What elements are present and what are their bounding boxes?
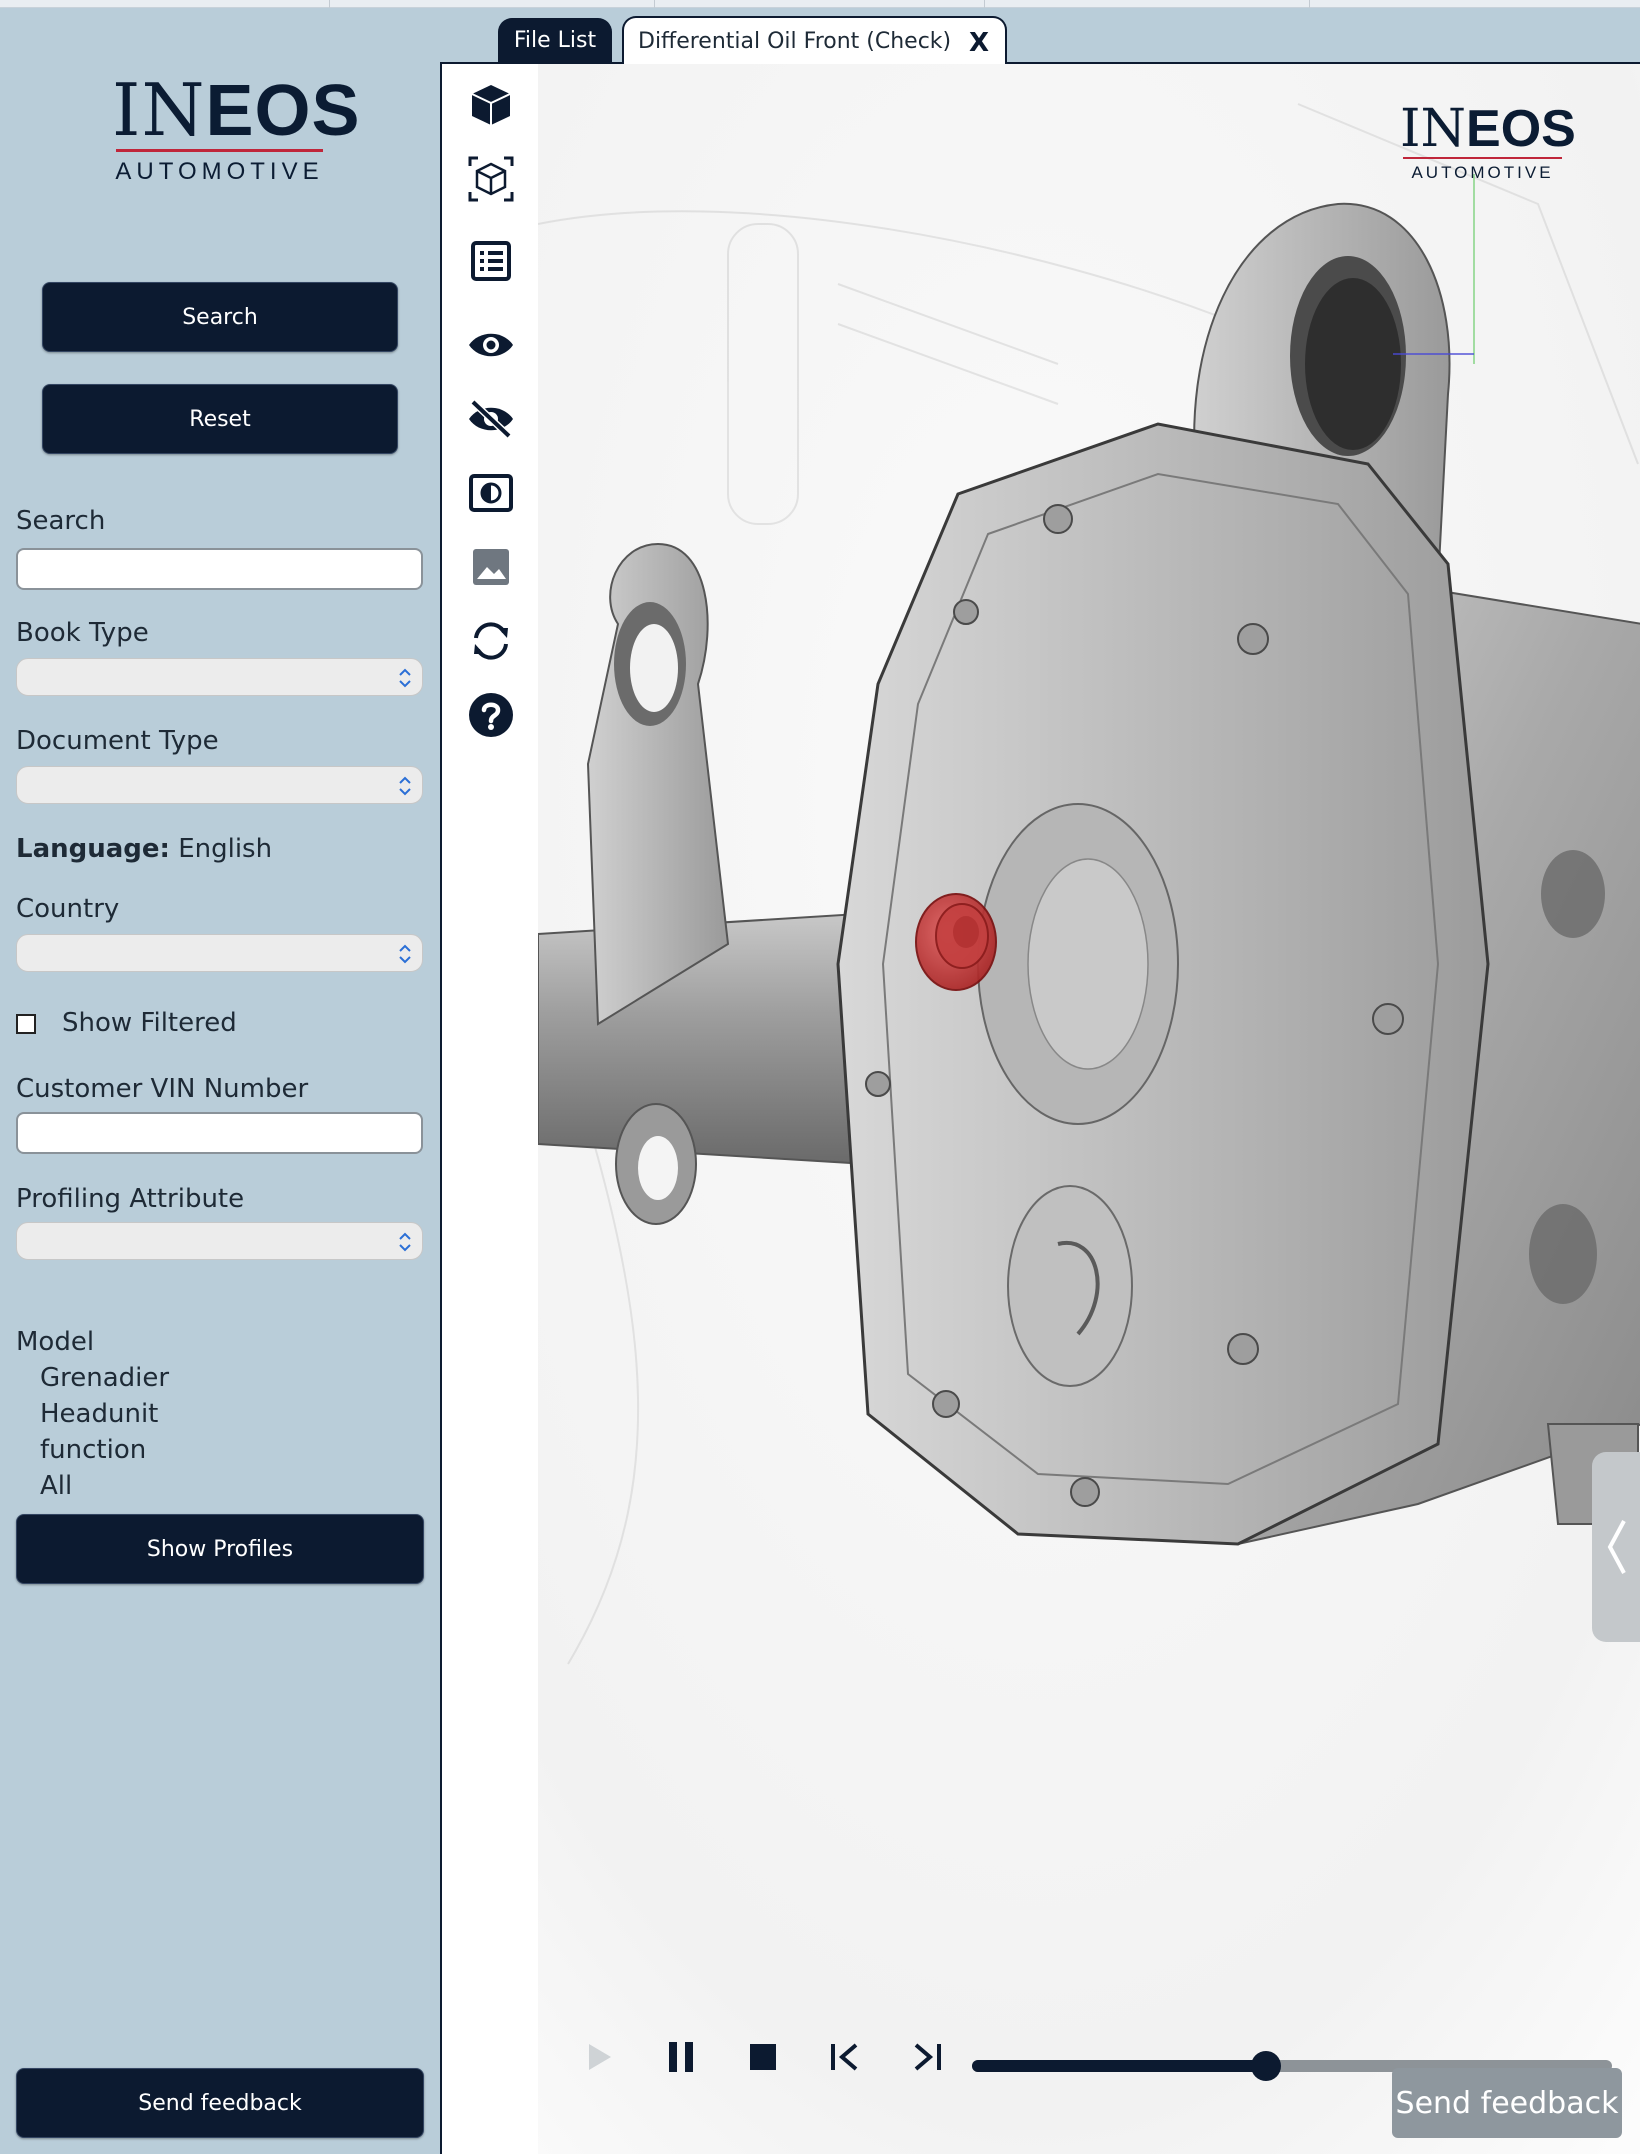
progress-fill: [972, 2060, 1267, 2072]
list-icon[interactable]: [466, 236, 516, 286]
viewer-send-feedback-button[interactable]: Send feedback: [1392, 2068, 1622, 2138]
model-header: Model: [16, 1327, 95, 1357]
profiling-attribute-label: Profiling Attribute: [16, 1184, 245, 1214]
book-type-label: Book Type: [16, 618, 149, 648]
cube-icon[interactable]: [466, 80, 516, 130]
language-value: English: [178, 834, 273, 864]
show-filtered-checkbox[interactable]: [16, 1014, 36, 1034]
document-type-select[interactable]: [16, 766, 423, 804]
logo-word-1: IN: [112, 68, 206, 152]
vin-input[interactable]: [16, 1112, 423, 1154]
previous-step-button[interactable]: [820, 2032, 870, 2082]
differential-model-render: [537, 64, 1640, 2154]
model-item[interactable]: Headunit: [16, 1396, 169, 1432]
profiling-attribute-select[interactable]: [16, 1222, 423, 1260]
top-strip-segment: [655, 0, 985, 8]
help-icon[interactable]: [466, 690, 516, 740]
ineos-logo: INEOS AUTOMOTIVE: [112, 74, 360, 186]
model-list: Model Grenadier Headunit function All: [16, 1324, 169, 1504]
skip-forward-icon: [914, 2043, 941, 2071]
top-strip-segment: [330, 0, 655, 8]
country-select[interactable]: [16, 934, 423, 972]
skip-back-icon: [831, 2043, 858, 2071]
top-strip-segment: [985, 0, 1310, 8]
next-step-button[interactable]: [902, 2032, 952, 2082]
chevron-left-icon: [1607, 1520, 1626, 1574]
sidebar: INEOS AUTOMOTIVE Search Reset Search Boo…: [0, 8, 440, 2154]
close-tab-button[interactable]: X: [969, 28, 989, 58]
tab-file-list[interactable]: File List: [498, 18, 612, 62]
language-label: Language:: [16, 834, 170, 864]
logo-word-2: EOS: [205, 71, 361, 151]
refresh-icon[interactable]: [466, 616, 516, 666]
side-panel-toggle[interactable]: [1592, 1452, 1640, 1642]
model-item[interactable]: function: [16, 1432, 169, 1468]
tab-document-label: Differential Oil Front (Check): [638, 28, 952, 54]
top-strip-segment: [0, 0, 330, 8]
search-label: Search: [16, 506, 106, 536]
play-icon: [589, 2044, 611, 2070]
send-feedback-button[interactable]: Send feedback: [16, 2068, 424, 2138]
3d-scene[interactable]: [537, 64, 1640, 2154]
stop-icon: [750, 2044, 776, 2070]
viewer-ineos-logo: INEOS AUTOMOTIVE: [1400, 99, 1576, 183]
language-row: Language: English: [16, 834, 272, 864]
3d-viewer[interactable]: INEOS AUTOMOTIVE: [440, 62, 1640, 2154]
contrast-icon[interactable]: [466, 468, 516, 518]
viewer-logo-word-2: EOS: [1466, 100, 1576, 158]
pause-button[interactable]: [656, 2032, 706, 2082]
select-chevron-icon: [399, 944, 411, 964]
image-icon[interactable]: [466, 542, 516, 592]
pause-icon: [669, 2042, 693, 2072]
show-profiles-button[interactable]: Show Profiles: [16, 1514, 424, 1584]
select-chevron-icon: [399, 668, 411, 688]
reset-button[interactable]: Reset: [42, 384, 398, 454]
country-label: Country: [16, 894, 120, 924]
search-input[interactable]: [16, 548, 423, 590]
vin-label: Customer VIN Number: [16, 1074, 309, 1104]
browser-top-strip: [0, 0, 1640, 8]
isometric-cube-icon[interactable]: [466, 154, 516, 204]
viewer-logo-subtitle: AUTOMOTIVE: [1411, 163, 1554, 182]
viewer-toolbar: [442, 64, 538, 1664]
viewer-logo-word-1: IN: [1400, 99, 1467, 159]
tab-document[interactable]: Differential Oil Front (Check) X: [622, 16, 1007, 64]
eye-icon[interactable]: [466, 320, 516, 370]
search-button[interactable]: Search: [42, 282, 398, 352]
progress-knob[interactable]: [1251, 2051, 1282, 2081]
book-type-select[interactable]: [16, 658, 423, 696]
show-filtered-label: Show Filtered: [62, 1008, 237, 1038]
eye-off-icon[interactable]: [466, 394, 516, 444]
stop-button[interactable]: [738, 2032, 788, 2082]
select-chevron-icon: [399, 776, 411, 796]
logo-subtitle: AUTOMOTIVE: [115, 158, 324, 185]
document-type-label: Document Type: [16, 726, 219, 756]
model-item[interactable]: Grenadier: [16, 1360, 169, 1396]
play-button[interactable]: [574, 2032, 624, 2082]
model-item[interactable]: All: [16, 1468, 169, 1504]
select-chevron-icon: [399, 1232, 411, 1252]
